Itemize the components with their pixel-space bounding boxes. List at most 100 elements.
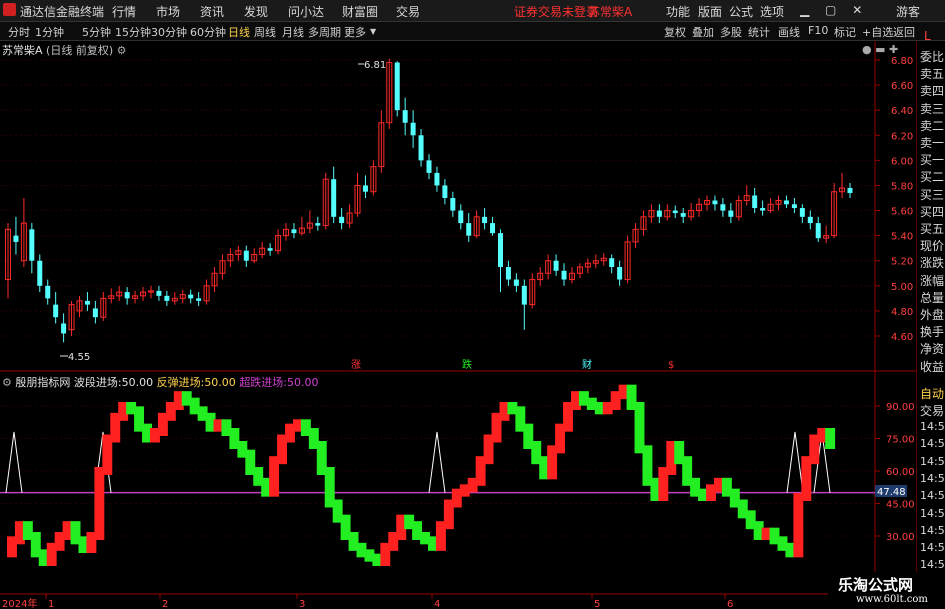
- candle-body: [847, 187, 853, 193]
- toolbar-duogu[interactable]: 多股: [720, 24, 742, 40]
- period-weekly[interactable]: 周线: [254, 24, 276, 40]
- spike-marker: [5, 431, 23, 493]
- panel-item: 外盘: [920, 308, 945, 322]
- period-fenshi[interactable]: 分时: [8, 24, 30, 40]
- tick-time: 14:56: [920, 437, 945, 451]
- candle-body: [45, 285, 51, 299]
- price-tick-label: 6.40: [891, 106, 913, 117]
- toolbar-fanhui[interactable]: 返回: [893, 24, 915, 40]
- candle-body: [752, 195, 758, 209]
- trade-label[interactable]: 交易: [920, 402, 944, 419]
- panel-item: 买三: [920, 187, 945, 202]
- candle-body: [656, 210, 662, 217]
- toolbar-huaxian[interactable]: 画线: [778, 24, 800, 40]
- panel-item: 卖三: [920, 101, 945, 116]
- guest-label[interactable]: 游客: [896, 3, 920, 20]
- candle-body: [521, 285, 527, 305]
- spike-marker: [428, 431, 446, 493]
- candle-body: [513, 279, 519, 286]
- candle-body: [442, 185, 448, 198]
- candle-body: [712, 200, 718, 205]
- menu-caifuquan[interactable]: 财富圈: [342, 3, 378, 20]
- month-label: 3: [299, 599, 305, 609]
- candle-body: [402, 110, 408, 123]
- watermark: 乐淘公式网 www.60lt.com: [828, 572, 945, 609]
- menu-shichang[interactable]: 市场: [156, 3, 180, 20]
- panel-l-label: L: [924, 29, 931, 43]
- toolbar-f10[interactable]: F10: [808, 24, 828, 37]
- candle-body: [434, 172, 440, 186]
- price-tick-label: 6.60: [891, 81, 913, 92]
- event-marker: 涨: [351, 359, 361, 371]
- menu-gongneng[interactable]: 功能: [666, 3, 690, 20]
- price-tick-label: 5.80: [891, 181, 913, 192]
- candle-body: [29, 229, 35, 261]
- menu-wenxiaoda[interactable]: 问小达: [288, 3, 324, 20]
- candle-body: [553, 260, 559, 271]
- toolbar-biaoji[interactable]: 标记: [834, 24, 856, 40]
- month-label: 6: [727, 599, 733, 609]
- period-30min[interactable]: 30分钟: [151, 24, 187, 40]
- period-1min[interactable]: 1分钟: [35, 24, 64, 40]
- tick-time: 14:56: [920, 558, 945, 572]
- price-tick-label: 4.80: [891, 307, 913, 318]
- period-multi[interactable]: 多周期: [308, 24, 341, 40]
- menu-zixun[interactable]: 资讯: [200, 3, 224, 20]
- month-label: 1: [48, 599, 54, 609]
- panel-item: 净资: [920, 342, 945, 357]
- auto-trade-label[interactable]: 自动: [920, 385, 944, 402]
- candle-body: [497, 233, 503, 267]
- menu-gongshi[interactable]: 公式: [729, 3, 753, 20]
- period-daily[interactable]: 日线: [228, 24, 250, 40]
- window-controls[interactable]: ▁ ▢ ✕: [800, 3, 868, 17]
- price-tick-label: 6.20: [891, 131, 913, 142]
- tick-time: 14:56: [920, 523, 945, 537]
- candle-body: [84, 300, 90, 305]
- menu-jiaoyi[interactable]: 交易: [396, 3, 420, 20]
- watermark-name: 乐淘公式网: [838, 576, 914, 594]
- panel-item: 总量: [920, 290, 945, 305]
- tick-time: 14:56: [920, 454, 945, 468]
- period-15min[interactable]: 15分钟: [115, 24, 151, 40]
- menu-faxian[interactable]: 发现: [244, 3, 268, 20]
- menu-hangqing[interactable]: 行情: [112, 3, 136, 20]
- candle-body: [243, 250, 249, 261]
- candle-body: [188, 294, 194, 299]
- toolbar-fuquan[interactable]: 复权: [664, 24, 686, 40]
- event-marker: 财: [582, 358, 592, 371]
- panel-item: 卖四: [920, 84, 945, 99]
- candle-body: [815, 223, 821, 239]
- candle-body: [339, 216, 345, 224]
- app-name: 通达信金融终端: [20, 5, 105, 19]
- candle-body: [196, 298, 202, 301]
- indicator-segment: [793, 493, 804, 558]
- indicator-tick-label: 45.00: [886, 500, 915, 511]
- candle-body: [418, 135, 424, 161]
- more-arrow-icon[interactable]: ▼: [370, 27, 376, 36]
- candle-body: [505, 267, 511, 280]
- period-5min[interactable]: 5分钟: [82, 24, 111, 40]
- menu-banmian[interactable]: 版面: [698, 3, 722, 20]
- toolbar-diejia[interactable]: 叠加: [692, 24, 714, 40]
- candle-body: [728, 210, 734, 217]
- panel-item: 买五: [920, 222, 945, 236]
- period-60min[interactable]: 60分钟: [190, 24, 226, 40]
- candle-body: [490, 223, 496, 234]
- login-warning[interactable]: 证券交易未登录: [514, 3, 598, 20]
- candle-body: [92, 308, 98, 318]
- right-info-panel: L 委比 卖五 卖四 卖三 卖二 卖一 买一 买二 买三 买四 买五 现价 涨跌 涨幅 总量 外盘 换手 净资 收益…: [916, 29, 945, 609]
- kline-chart[interactable]: 6.80 6.60 6.40 6.20 6.00 5.80 5.60 5.40 5.20 5.00…: [0, 41, 916, 609]
- tick-time: 14:56: [920, 420, 945, 433]
- panel-item: 卖一: [920, 136, 945, 150]
- candle-body: [53, 304, 59, 318]
- panel-item: 买一: [920, 153, 945, 168]
- tick-time: 14:56: [920, 489, 945, 503]
- toolbar-zixuan[interactable]: +自选: [862, 24, 893, 40]
- candle-body: [13, 235, 19, 242]
- toolbar-tongji[interactable]: 统计: [748, 24, 770, 40]
- menu-xuanxiang[interactable]: 选项: [760, 3, 784, 20]
- app-logo-icon: [3, 3, 16, 16]
- price-tick-label: 4.60: [891, 332, 913, 343]
- period-monthly[interactable]: 月线: [282, 24, 304, 40]
- period-more[interactable]: 更多: [344, 24, 366, 40]
